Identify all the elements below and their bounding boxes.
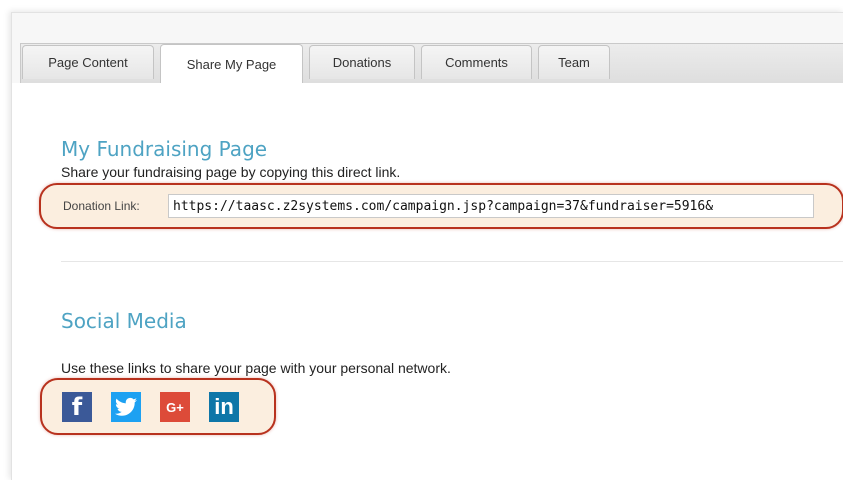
social-media-title: Social Media	[61, 309, 187, 333]
google-plus-share-button[interactable]: G+	[160, 392, 190, 422]
donation-link-input[interactable]	[168, 194, 814, 218]
fundraising-page-title: My Fundraising Page	[61, 137, 268, 161]
google-plus-icon: G+	[166, 399, 184, 415]
twitter-icon	[115, 397, 137, 416]
linkedin-icon: in	[214, 394, 234, 419]
tab-team[interactable]: Team	[538, 45, 610, 79]
tab-comments[interactable]: Comments	[421, 45, 532, 79]
social-media-description: Use these links to share your page with …	[61, 360, 451, 376]
facebook-share-button[interactable]: f	[62, 392, 92, 422]
section-divider	[61, 261, 843, 262]
fundraising-description: Share your fundraising page by copying t…	[61, 164, 401, 180]
tab-content: My Fundraising Page Share your fundraisi…	[12, 83, 843, 480]
tab-donations[interactable]: Donations	[309, 45, 415, 79]
facebook-icon: f	[71, 393, 83, 421]
share-panel: Page Content Share My Page Donations Com…	[11, 12, 843, 480]
twitter-share-button[interactable]	[111, 392, 141, 422]
linkedin-share-button[interactable]: in	[209, 392, 239, 422]
donation-link-label: Donation Link:	[63, 199, 140, 213]
tab-page-content[interactable]: Page Content	[22, 45, 154, 79]
tab-bar: Page Content Share My Page Donations Com…	[12, 13, 843, 84]
social-buttons: f G+ in	[62, 392, 252, 422]
tab-share-my-page[interactable]: Share My Page	[160, 44, 303, 83]
